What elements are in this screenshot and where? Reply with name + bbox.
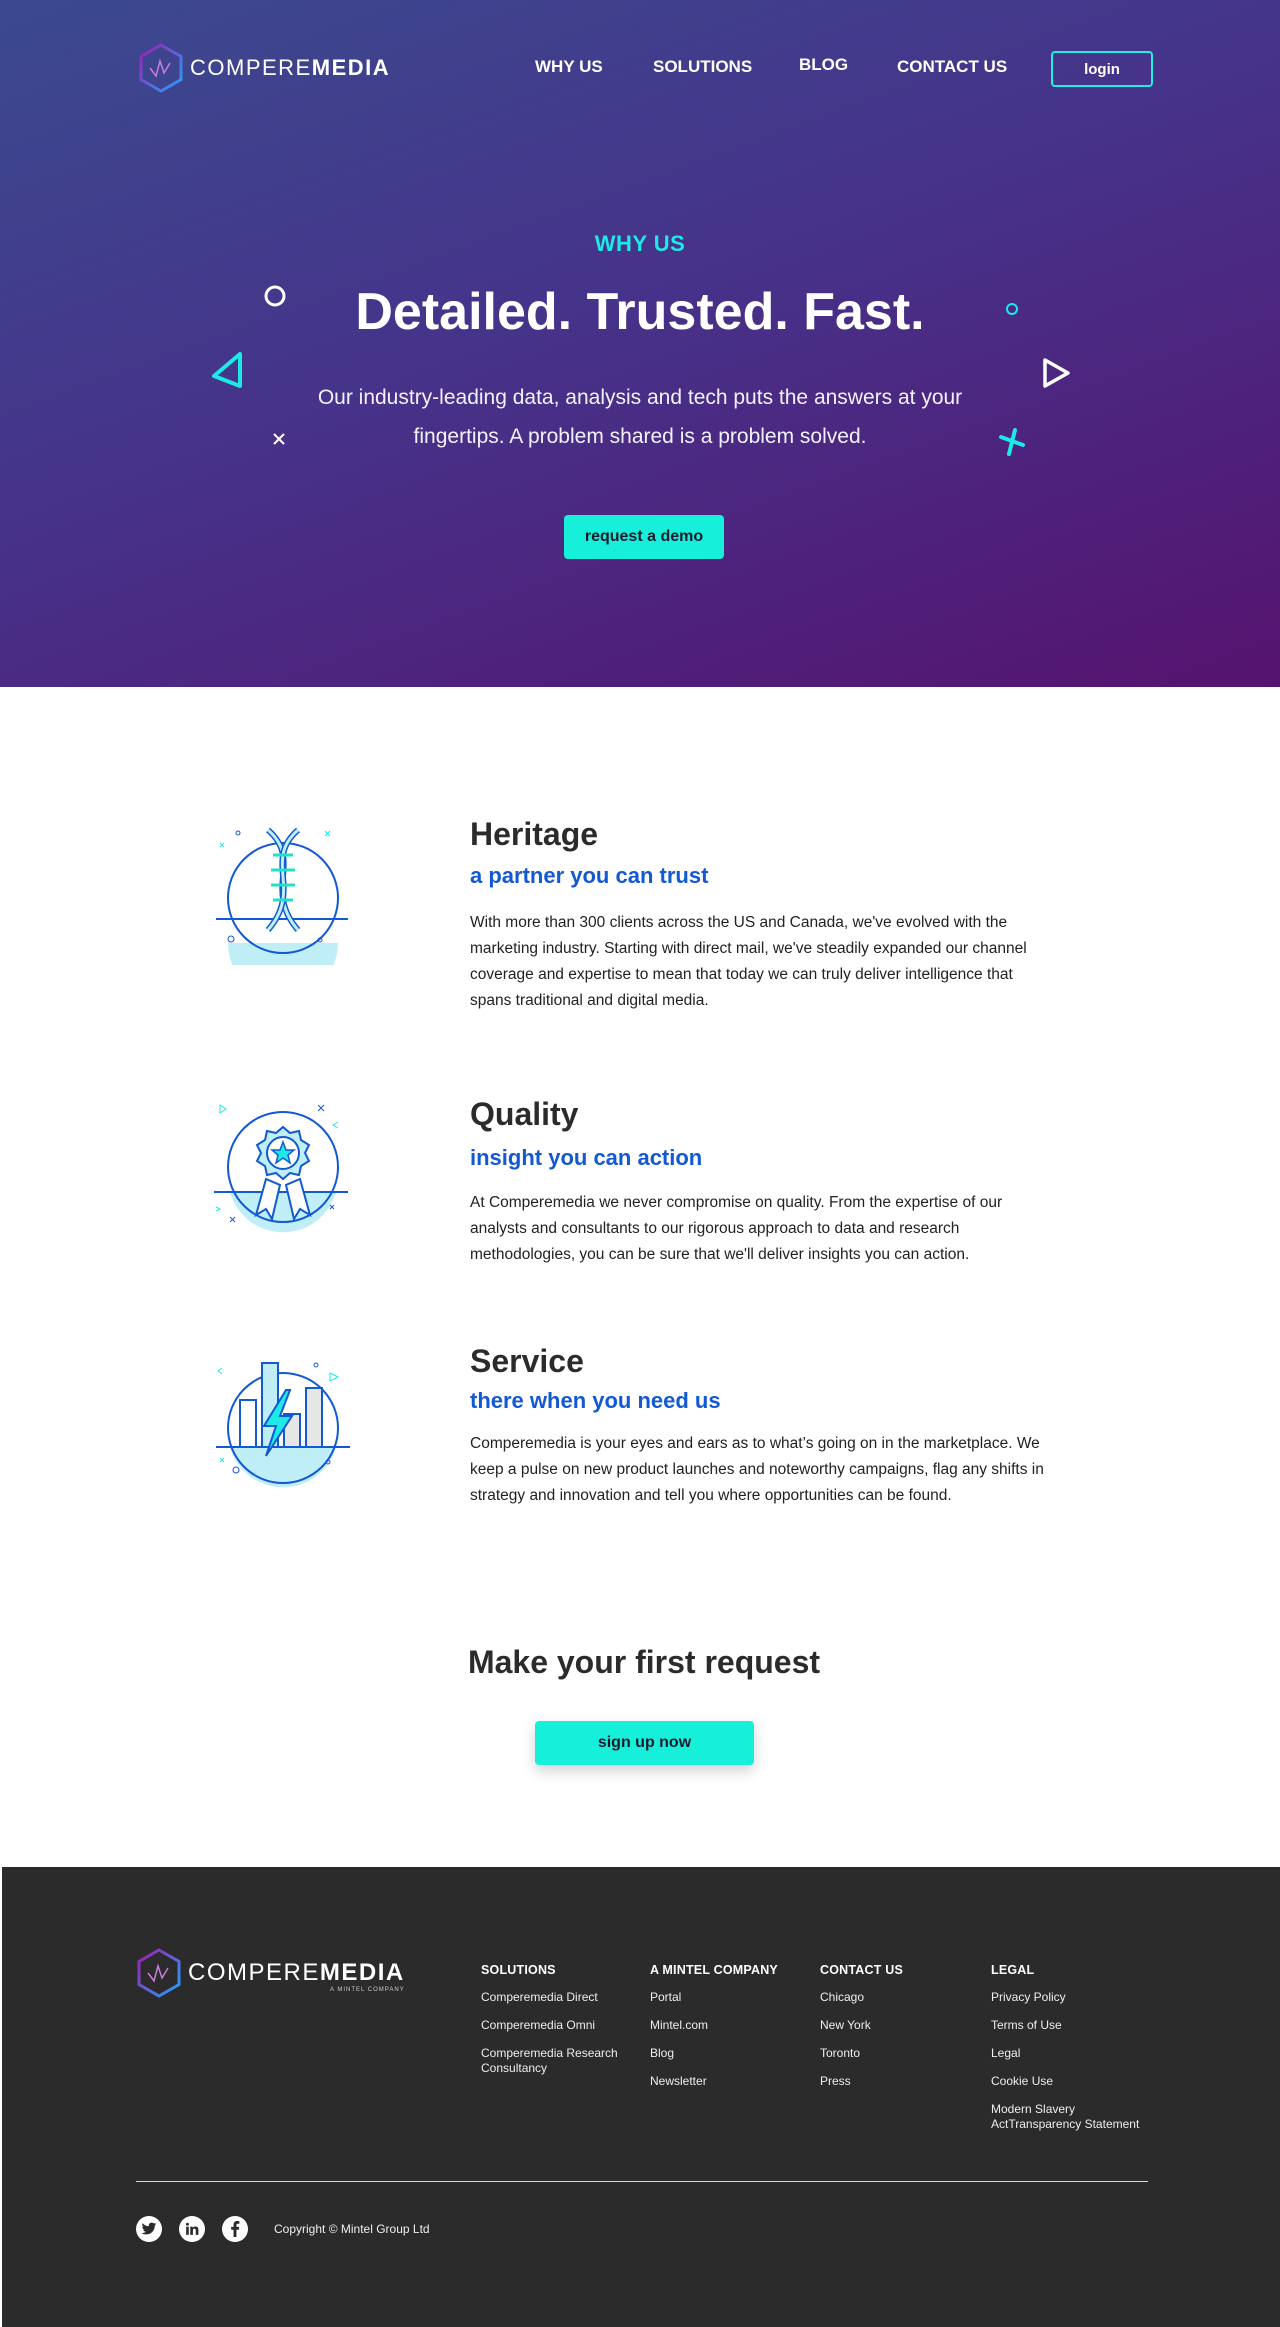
login-button[interactable]: login <box>1051 51 1153 87</box>
twitter-icon[interactable] <box>136 2216 162 2242</box>
footer-link[interactable]: Comperemedia Research Consultancy <box>481 2046 641 2076</box>
feature-body: At Comperemedia we never compromise on q… <box>470 1194 1003 1263</box>
hexagon-logo-icon <box>139 43 183 93</box>
feature-body: With more than 300 clients across the US… <box>470 914 1027 1009</box>
feature-tagline: insight you can action <box>470 1145 703 1170</box>
footer-link[interactable]: Legal <box>991 2046 1151 2061</box>
bar-chart-lightning-icon <box>216 1362 350 1488</box>
footer-link[interactable]: Comperemedia Direct <box>481 1990 641 2005</box>
footer-column-heading: SOLUTIONS <box>481 1963 556 1977</box>
footer-logo-subtitle: A MINTEL COMPANY <box>330 1987 405 1993</box>
nav-solutions[interactable]: SOLUTIONS <box>653 57 752 77</box>
footer-column-mintel: A MINTEL COMPANY Portal Mintel.com Blog … <box>650 1963 810 2102</box>
triangle-decoration-icon <box>212 352 242 388</box>
linkedin-icon[interactable] <box>179 2216 205 2242</box>
footer-link[interactable]: Terms of Use <box>991 2018 1151 2033</box>
nav-contact-us[interactable]: CONTACT US <box>897 57 1007 77</box>
sign-up-button[interactable]: sign up now <box>535 1721 754 1765</box>
feature-title: Service <box>470 1343 584 1379</box>
hero-section: COMPEREMEDIA WHY US SOLUTIONS BLOG CONTA… <box>0 0 1280 687</box>
footer-link[interactable]: Press <box>820 2074 980 2089</box>
footer-link[interactable]: Privacy Policy <box>991 1990 1151 2005</box>
footer-column-contact: CONTACT US Chicago New York Toronto Pres… <box>820 1963 980 2102</box>
footer-link[interactable]: Newsletter <box>650 2074 810 2089</box>
feature-body: Comperemedia is your eyes and ears as to… <box>470 1435 1044 1504</box>
hexagon-logo-icon <box>137 1948 181 1998</box>
copyright-text: Copyright © Mintel Group Ltd <box>274 2222 430 2236</box>
footer-link[interactable]: Toronto <box>820 2046 980 2061</box>
footer-link[interactable]: Mintel.com <box>650 2018 810 2033</box>
hero-subtitle: Our industry-leading data, analysis and … <box>317 386 963 448</box>
footer-link[interactable]: New York <box>820 2018 980 2033</box>
footer-column-heading: CONTACT US <box>820 1963 904 1977</box>
facebook-icon[interactable] <box>222 2216 248 2242</box>
footer-divider <box>136 2181 1148 2182</box>
footer-link[interactable]: Chicago <box>820 1990 980 2005</box>
footer-logo[interactable]: COMPEREMEDIA A MINTEL COMPANY <box>136 1948 405 1998</box>
footer-column-heading: LEGAL <box>991 1963 1035 1977</box>
footer-link[interactable]: Portal <box>650 1990 810 2005</box>
plus-decoration-icon <box>999 428 1025 456</box>
site-footer: COMPEREMEDIA A MINTEL COMPANY SOLUTIONS … <box>2 1867 1280 2327</box>
nav-blog[interactable]: BLOG <box>799 55 848 75</box>
cross-decoration-icon <box>273 433 285 445</box>
nav-why-us[interactable]: WHY US <box>535 57 603 77</box>
play-triangle-decoration-icon <box>1043 358 1070 388</box>
site-logo[interactable]: COMPEREMEDIA <box>138 43 390 93</box>
footer-logo-wordmark: COMPEREMEDIA A MINTEL COMPANY <box>188 1959 405 1993</box>
footer-link[interactable]: Blog <box>650 2046 810 2061</box>
award-ribbon-icon <box>214 1104 348 1233</box>
footer-link[interactable]: Comperemedia Omni <box>481 2018 641 2033</box>
feature-title: Heritage <box>470 816 599 852</box>
request-demo-button[interactable]: request a demo <box>564 515 724 559</box>
footer-column-legal: LEGAL Privacy Policy Terms of Use Legal … <box>991 1963 1151 2145</box>
footer-link[interactable]: Cookie Use <box>991 2074 1151 2089</box>
dna-icon <box>216 827 348 965</box>
logo-wordmark: COMPEREMEDIA <box>190 55 391 80</box>
footer-link[interactable]: Modern Slavery ActTransparency Statement <box>991 2102 1151 2132</box>
top-navigation: COMPEREMEDIA WHY US SOLUTIONS BLOG CONTA… <box>0 0 1280 134</box>
feature-tagline: there when you need us <box>470 1388 721 1413</box>
cta-title: Make your first request <box>467 1644 821 1680</box>
footer-column-heading: A MINTEL COMPANY <box>650 1963 778 1977</box>
footer-column-solutions: SOLUTIONS Comperemedia Direct Comperemed… <box>481 1963 641 2089</box>
feature-title: Quality <box>470 1096 579 1132</box>
hero-title: Detailed. Trusted. Fast. <box>355 283 925 341</box>
feature-tagline: a partner you can trust <box>470 863 709 888</box>
hero-eyebrow: WHY US <box>594 231 686 256</box>
